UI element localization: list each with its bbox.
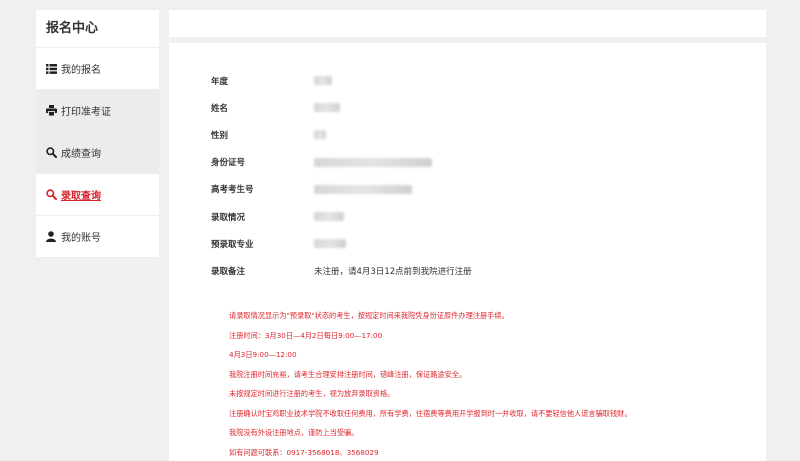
info-row-year: 年度 — [211, 67, 472, 94]
sidebar-item-score-query[interactable]: 成绩查询 — [36, 132, 159, 174]
admission-result-panel: 年度 姓名 性别 身份证号 高考考生号 录取情况 预录取专业 录取备注 未注册，… — [169, 43, 766, 461]
info-row-gender: 性别 — [211, 121, 472, 148]
notice-line: 我院没有外设注册地点，谨防上当受骗。 — [229, 428, 359, 437]
user-icon — [45, 231, 57, 243]
year-value — [314, 76, 332, 86]
info-label: 性别 — [211, 130, 229, 141]
info-table: 年度 姓名 性别 身份证号 高考考生号 录取情况 预录取专业 录取备注 未注册，… — [211, 67, 472, 285]
id-number-value — [314, 157, 432, 167]
list-icon — [45, 63, 57, 75]
info-label: 录取备注 — [211, 266, 246, 277]
notice-line: 注册确认时宝鸡职业技术学院不收取任何费用，所有学费，住宿费等费用开学报到时一并收… — [229, 408, 632, 418]
notice-line: 注册时间：3月30日—4月2日每日9:00—17:00 — [229, 330, 383, 340]
sidebar-item-admission-query[interactable]: 录取查询 — [36, 174, 159, 216]
sidebar-item-label: 我的账号 — [61, 233, 101, 244]
info-row-exam-number: 高考考生号 — [211, 176, 472, 203]
search-icon — [45, 189, 57, 201]
top-bar — [169, 10, 766, 37]
sidebar-item-print-admission-ticket[interactable]: 打印准考证 — [36, 90, 159, 132]
sidebar-item-my-registration[interactable]: 我的报名 — [36, 48, 159, 90]
registration-notice: 请录取情况显示为"预录取"状态的考生，按规定时间来我院凭身份证原件办理注册手续。… — [229, 306, 632, 461]
admission-status-value — [314, 212, 344, 222]
notice-line: 未按规定时间进行注册的考生，视为放弃录取资格。 — [229, 389, 395, 398]
info-row-name: 姓名 — [211, 94, 472, 121]
info-row-admission-remark: 录取备注 未注册，请4月3日12点前到我院进行注册 — [211, 257, 472, 284]
pre-admission-major-value — [314, 239, 346, 249]
sidebar-item-label: 录取查询 — [61, 191, 101, 202]
exam-number-value — [314, 184, 412, 194]
info-label: 录取情况 — [211, 212, 246, 223]
info-label: 年度 — [211, 76, 229, 87]
search-icon — [45, 147, 57, 159]
info-label: 身份证号 — [211, 158, 246, 169]
sidebar: 报名中心 我的报名 打印准考证 成绩查询 录取查询 我的账号 — [36, 10, 159, 258]
info-label: 姓名 — [211, 103, 229, 114]
notice-line: 请录取情况显示为"预录取"状态的考生，按规定时间来我院凭身份证原件办理注册手续。 — [229, 311, 509, 320]
info-row-id-number: 身份证号 — [211, 149, 472, 176]
info-row-admission-status: 录取情况 — [211, 203, 472, 230]
printer-icon — [45, 105, 57, 117]
sidebar-item-label: 打印准考证 — [61, 107, 111, 118]
sidebar-item-label: 成绩查询 — [61, 149, 101, 160]
sidebar-title: 报名中心 — [36, 10, 159, 48]
info-label: 高考考生号 — [211, 185, 254, 196]
notice-line: 4月3日9:00—12:00 — [229, 350, 297, 359]
notice-line: 我院注册时间充裕，请考生合理安排注册时间，错峰注册，保证路途安全。 — [229, 369, 467, 379]
notice-line: 如有问题可联系：0917-3568018、3568029 — [229, 447, 379, 457]
info-row-pre-admission-major: 预录取专业 — [211, 230, 472, 257]
admission-remark-value: 未注册，请4月3日12点前到我院进行注册 — [314, 266, 472, 277]
name-value — [314, 103, 340, 113]
sidebar-item-label: 我的报名 — [61, 65, 101, 76]
sidebar-item-my-account[interactable]: 我的账号 — [36, 216, 159, 258]
info-label: 预录取专业 — [211, 239, 254, 250]
gender-value — [314, 130, 326, 140]
